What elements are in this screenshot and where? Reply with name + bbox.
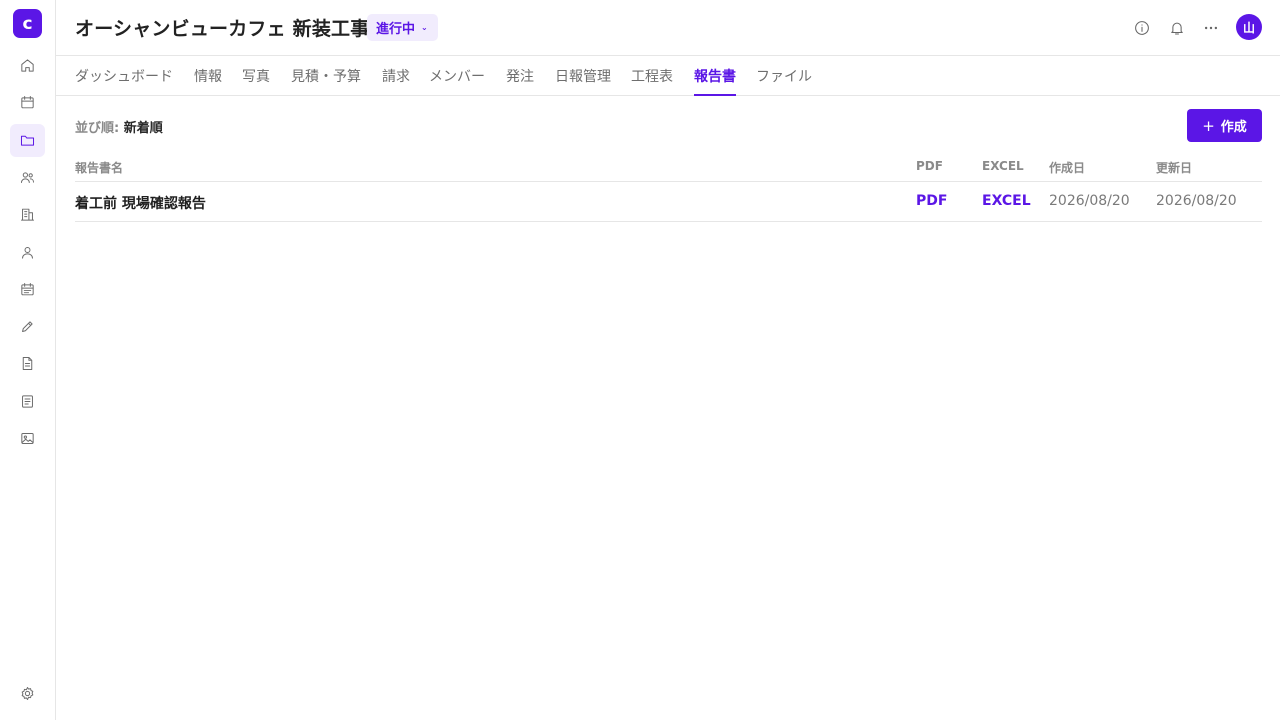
tab-photos[interactable]: 写真 [242,56,270,96]
table-header: 報告書名 PDF EXCEL 作成日 更新日 [75,152,1262,182]
column-header-name: 報告書名 [75,161,124,175]
schedule-icon [21,282,34,296]
tab-estimate-budget[interactable]: 見積・予算 [291,56,361,96]
more-button[interactable] [1200,17,1222,39]
calendar-icon [21,95,34,109]
sidebar-item-account[interactable] [10,236,45,269]
sidebar-item-projects[interactable] [10,124,45,157]
status-label: 進行中 [376,22,416,37]
project-title: オーシャンビューカフェ 新装工事 [75,18,370,40]
report-name[interactable]: 着工前 現場確認報告 [75,193,206,213]
building-icon [20,208,35,221]
tab-billing[interactable]: 請求 [382,56,410,96]
home-icon [21,59,34,72]
chevron-down-icon: ⌄ [421,23,428,32]
sidebar: c [0,0,56,720]
image-icon [21,433,34,444]
list-document-icon [22,395,33,408]
sidebar-item-home[interactable] [10,49,45,82]
info-icon [1135,21,1149,35]
avatar[interactable]: 山 [1236,14,1262,40]
tab-reports[interactable]: 報告書 [694,56,736,96]
excel-download-link[interactable]: EXCEL [982,193,1031,209]
table-row[interactable]: 着工前 現場確認報告 PDF EXCEL 2026/08/20 2026/08/… [75,182,1262,222]
create-button-label: 作成 [1220,120,1247,135]
tab-schedule[interactable]: 工程表 [631,56,673,96]
pdf-download-link[interactable]: PDF [916,193,947,209]
folder-icon [20,135,35,146]
column-header-pdf: PDF [916,159,943,173]
sidebar-item-members[interactable] [10,161,45,194]
plus-icon: + [1202,116,1215,135]
sidebar-item-documents[interactable] [10,347,45,380]
sidebar-item-schedule[interactable] [10,273,45,306]
sort-value: 新着順 [123,121,163,136]
tab-info[interactable]: 情報 [194,56,222,96]
created-date: 2026/08/20 [1049,193,1130,209]
logo-letter: c [22,13,33,34]
tab-orders[interactable]: 発注 [506,56,534,96]
tab-files[interactable]: ファイル [756,56,812,96]
tab-daily-reports[interactable]: 日報管理 [555,56,611,96]
user-icon [22,247,33,259]
sidebar-item-companies[interactable] [10,198,45,231]
column-header-excel: EXCEL [982,159,1024,173]
sidebar-item-calendar[interactable] [10,86,45,119]
sidebar-item-edit[interactable] [10,310,45,343]
sidebar-item-photos[interactable] [10,422,45,455]
column-header-updated: 更新日 [1156,161,1193,175]
updated-date: 2026/08/20 [1156,193,1237,209]
gear-icon [21,686,34,701]
create-report-button[interactable]: + 作成 [1187,109,1262,142]
sort-selector[interactable]: 並び順: 新着順 [75,117,163,136]
column-header-created: 作成日 [1049,161,1086,175]
info-button[interactable] [1131,17,1153,39]
reports-table: 報告書名 PDF EXCEL 作成日 更新日 着工前 現場確認報告 PDF EX… [75,152,1262,222]
project-tabs: ダッシュボード 情報 写真 見積・予算 請求 メンバー 発注 日報管理 工程表 … [56,56,1280,96]
app-logo[interactable]: c [13,9,42,38]
project-header: オーシャンビューカフェ 新装工事 進行中 ⌄ 山 [56,0,1280,56]
tab-members[interactable]: メンバー [429,56,485,96]
more-icon [1204,26,1218,30]
sidebar-item-settings[interactable] [10,677,45,710]
sidebar-item-reports[interactable] [10,385,45,418]
bell-icon [1171,22,1183,35]
tab-dashboard[interactable]: ダッシュボード [75,56,173,96]
sort-label: 並び順: [75,121,120,136]
notifications-button[interactable] [1166,17,1188,39]
users-icon [20,172,35,183]
status-dropdown[interactable]: 進行中 ⌄ [367,14,438,41]
document-icon [22,356,33,371]
avatar-initial: 山 [1242,20,1255,35]
pencil-icon [22,321,33,332]
